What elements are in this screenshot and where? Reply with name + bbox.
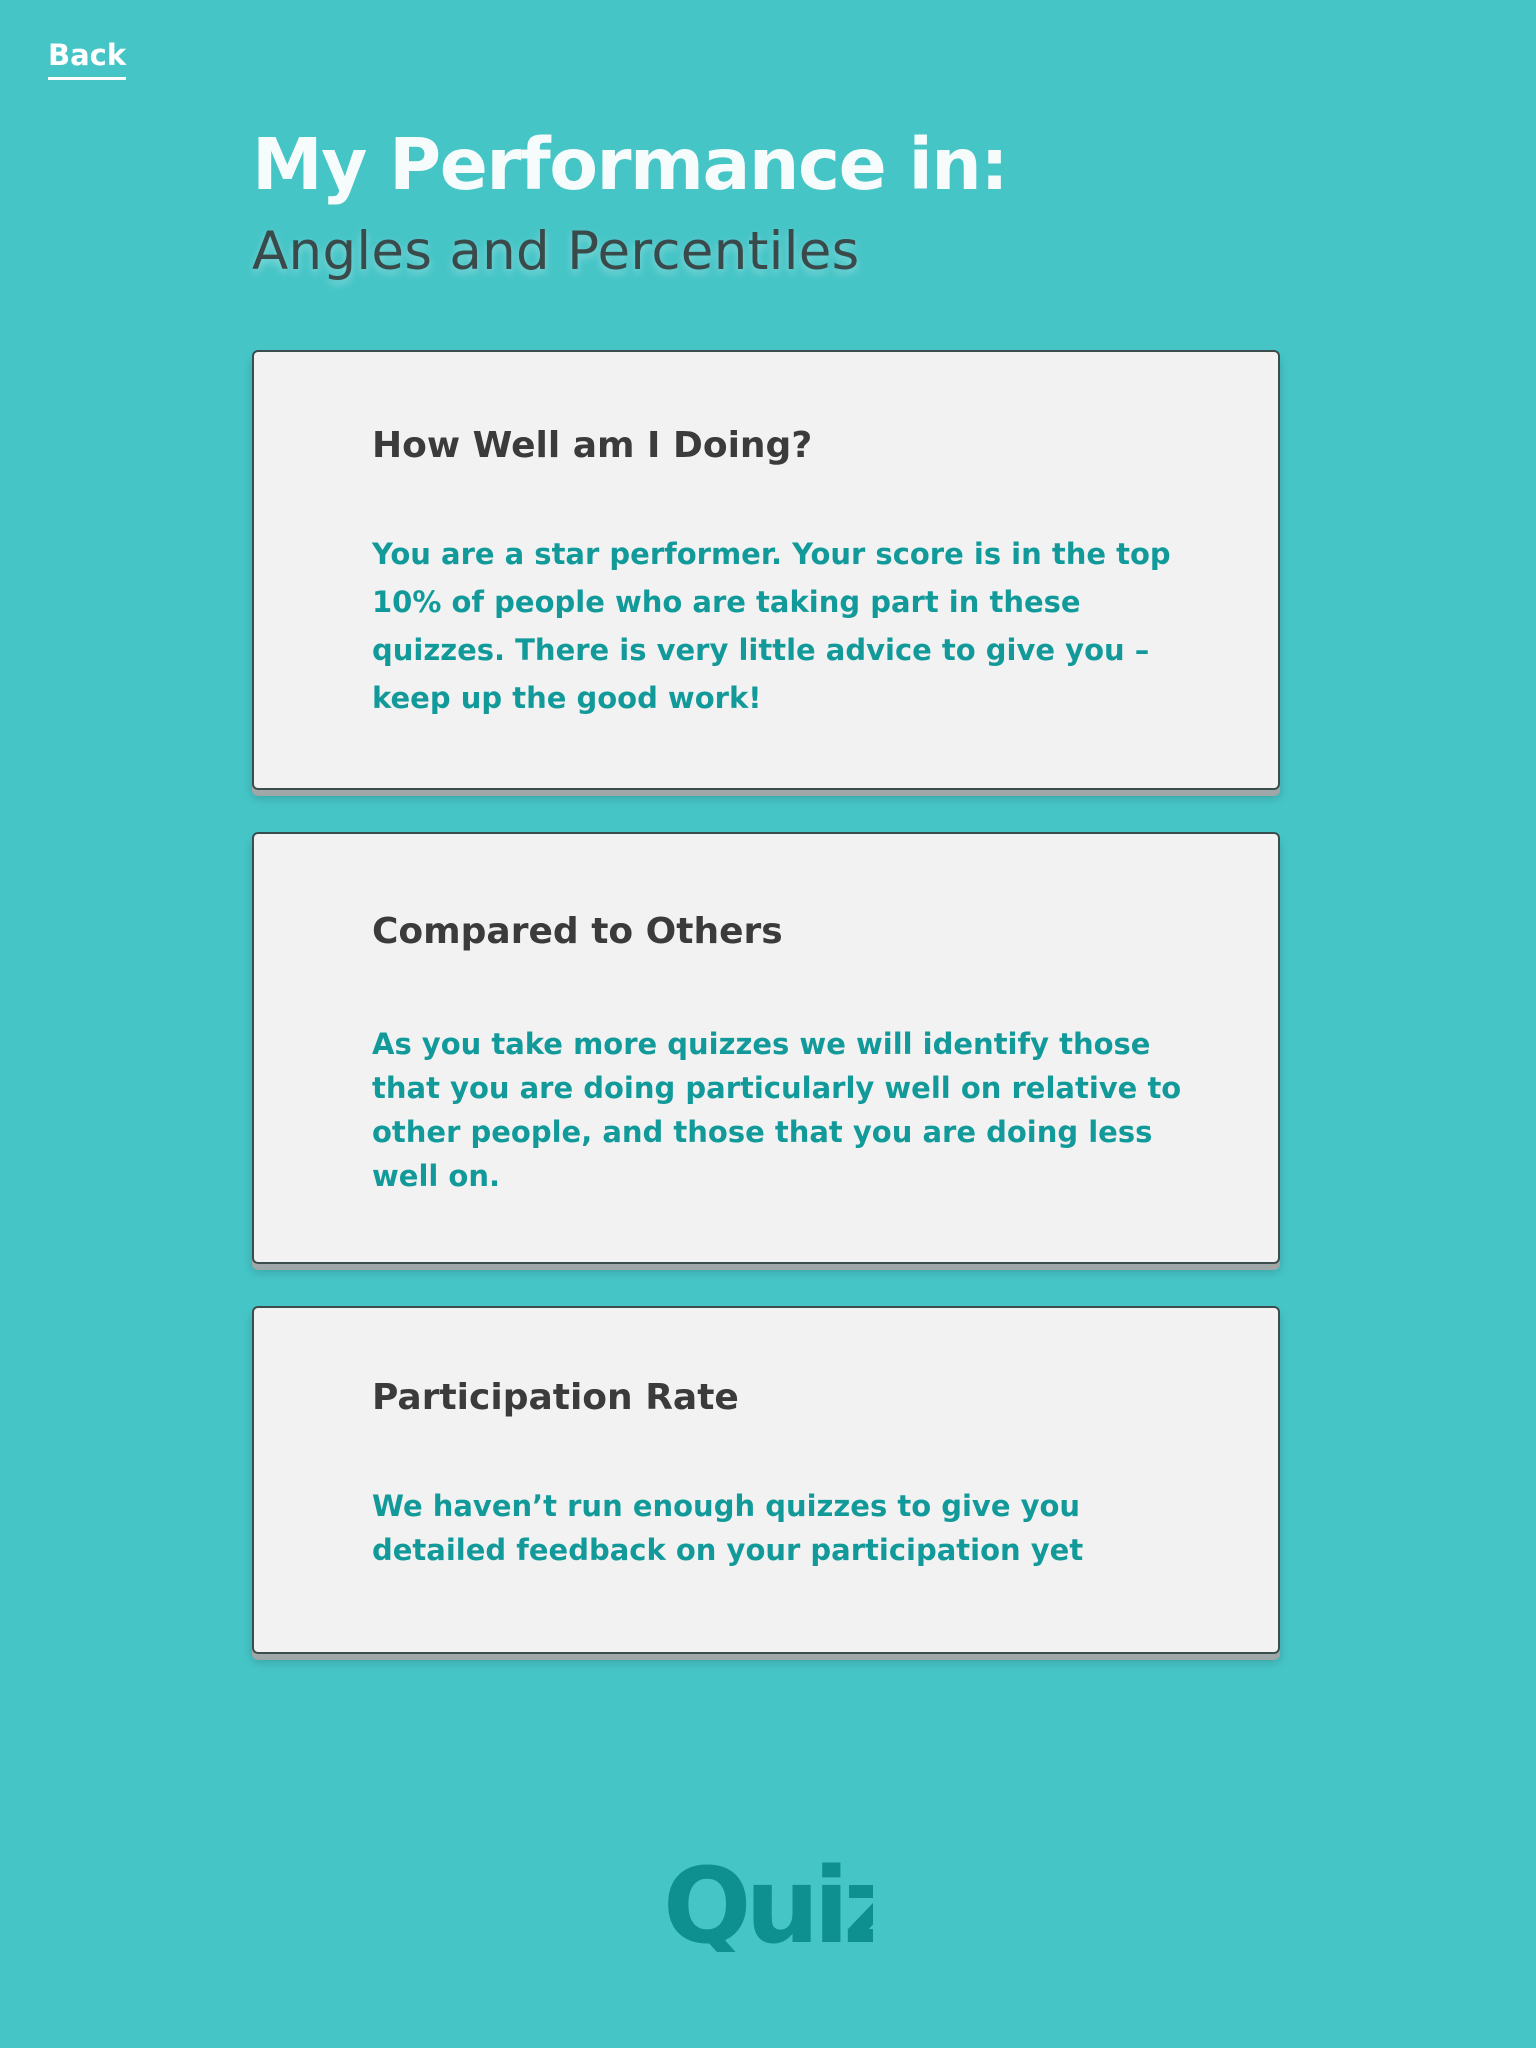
card-title: How Well am I Doing? xyxy=(372,425,813,466)
card-title: Participation Rate xyxy=(372,1377,739,1418)
quiz-logo: Quiz xyxy=(663,1856,873,1952)
page-subtitle: Angles and Percentiles xyxy=(252,221,860,282)
page-header: My Performance in: Angles and Percentile… xyxy=(252,122,1282,284)
back-link[interactable]: Back xyxy=(48,38,127,80)
card-body: We haven’t run enough quizzes to give yo… xyxy=(372,1489,1084,1567)
card-body: You are a star performer. Your score is … xyxy=(372,537,1171,715)
card-compared-to-others: Compared to Others As you take more quiz… xyxy=(252,832,1280,1264)
card-how-well-am-i-doing: How Well am I Doing? You are a star perf… xyxy=(252,350,1280,790)
page-title: My Performance in: xyxy=(252,123,1009,206)
card-body: As you take more quizzes we will identif… xyxy=(372,1027,1182,1193)
logo-text: Quiz xyxy=(663,1856,873,1952)
card-participation-rate: Participation Rate We haven’t run enough… xyxy=(252,1306,1280,1654)
card-title: Compared to Others xyxy=(372,911,783,952)
